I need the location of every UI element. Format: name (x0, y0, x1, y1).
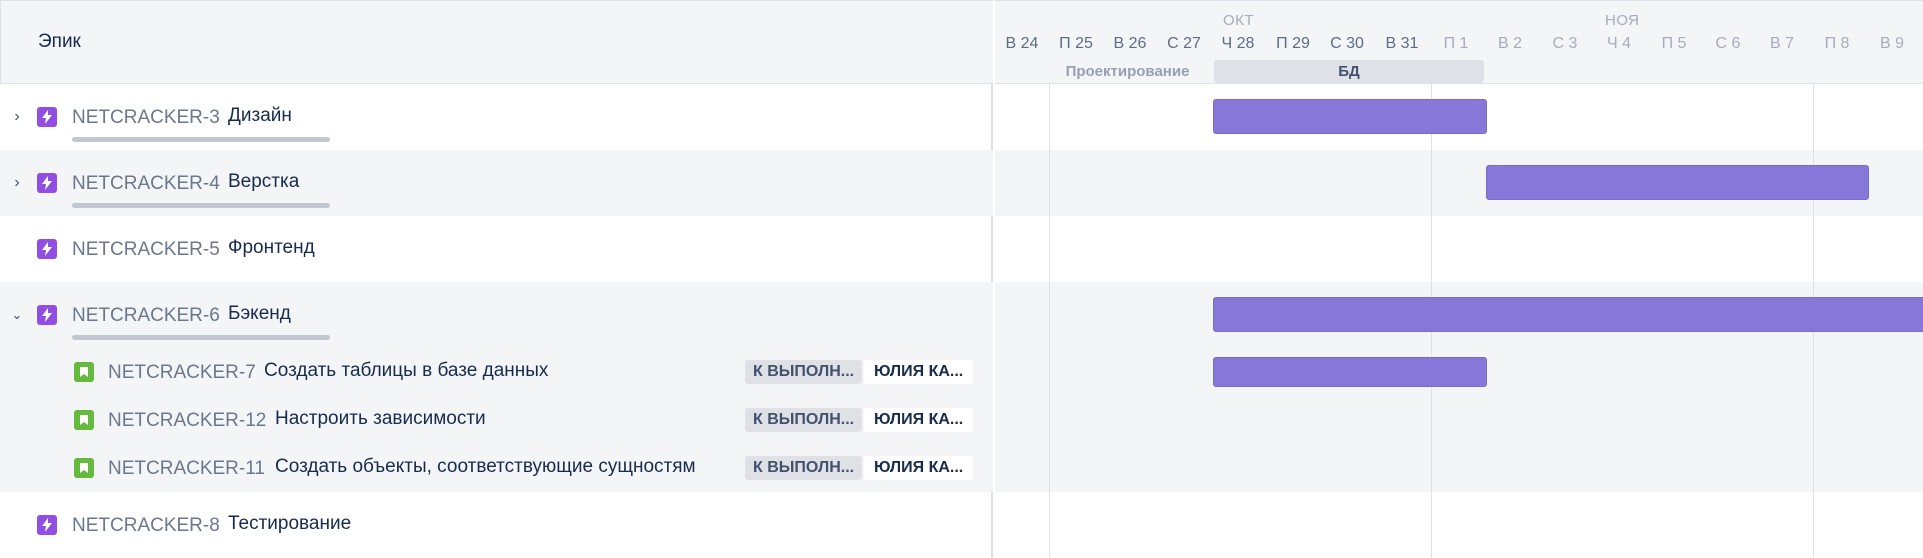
timeline-header: ОКТ НОЯ В 24 П 25 В 26 С 27 Ч 28 П 29 С … (995, 0, 1923, 84)
chevron-right-icon[interactable]: › (10, 109, 24, 125)
schedule-bar[interactable] (1213, 297, 1923, 332)
epic-icon (37, 107, 57, 127)
story-icon (74, 458, 94, 478)
progress-bar (72, 137, 330, 142)
issue-key[interactable]: NETCRACKER-6 (72, 305, 220, 327)
status-lozenge[interactable]: К ВЫПОЛН... (745, 360, 863, 384)
release-marker[interactable]: БД (1214, 60, 1484, 83)
epic-icon (37, 173, 57, 193)
chevron-down-icon[interactable]: ⌄ (10, 308, 24, 322)
progress-bar (72, 203, 330, 208)
day-label: Ч 28 (1221, 35, 1255, 52)
issue-key[interactable]: NETCRACKER-7 (108, 362, 256, 384)
day-label: П 29 (1276, 35, 1310, 52)
issue-summary[interactable]: Верстка (228, 171, 299, 193)
release-marker[interactable]: Проектирование (1050, 60, 1205, 83)
schedule-bar[interactable] (1213, 99, 1487, 134)
list-header: Эпик (0, 0, 993, 84)
epic-icon (37, 305, 57, 325)
issue-summary[interactable]: Создать таблицы в базе данных (264, 360, 548, 382)
day-label: П 8 (1824, 35, 1850, 52)
issue-summary[interactable]: Тестирование (228, 513, 351, 535)
issue-key[interactable]: NETCRACKER-11 (108, 458, 265, 480)
issue-key[interactable]: NETCRACKER-8 (72, 515, 220, 537)
status-lozenge[interactable]: К ВЫПОЛН... (745, 408, 863, 432)
epic-icon (37, 515, 57, 535)
month-label: НОЯ (1605, 12, 1640, 29)
day-label: В 24 (1005, 35, 1039, 52)
epic-icon (37, 239, 57, 259)
day-label: П 25 (1059, 35, 1093, 52)
issue-summary[interactable]: Создать объекты, соответствующие сущност… (275, 456, 696, 478)
progress-bar (72, 335, 330, 340)
epic-column-title: Эпик (38, 31, 81, 52)
day-label: В 7 (1769, 35, 1794, 52)
day-label: С 3 (1552, 35, 1578, 52)
schedule-bar[interactable] (1213, 357, 1487, 387)
timeline-panel: ОКТ НОЯ В 24 П 25 В 26 С 27 Ч 28 П 29 С … (995, 0, 1923, 558)
month-label: ОКТ (1223, 12, 1255, 29)
day-label: С 30 (1330, 35, 1364, 52)
day-label: П 5 (1661, 35, 1687, 52)
issue-key[interactable]: NETCRACKER-12 (108, 410, 266, 432)
story-icon (74, 410, 94, 430)
issue-key[interactable]: NETCRACKER-3 (72, 107, 220, 129)
day-label: В 2 (1497, 35, 1522, 52)
schedule-bar[interactable] (1486, 165, 1869, 200)
story-icon (74, 362, 94, 382)
today-line (1049, 84, 1050, 558)
issue-key[interactable]: NETCRACKER-4 (72, 173, 220, 195)
day-label: В 26 (1113, 35, 1147, 52)
day-label: С 27 (1167, 35, 1201, 52)
assignee-label[interactable]: ЮЛИЯ КА... (864, 456, 974, 480)
status-lozenge[interactable]: К ВЫПОЛН... (745, 456, 863, 480)
day-label: С 6 (1715, 35, 1741, 52)
chevron-right-icon[interactable]: › (10, 175, 24, 191)
day-label: В 9 (1879, 35, 1904, 52)
issue-summary[interactable]: Дизайн (228, 105, 292, 127)
issue-summary[interactable]: Бэкенд (228, 303, 291, 325)
assignee-label[interactable]: ЮЛИЯ КА... (864, 408, 974, 432)
day-label: Ч 4 (1606, 35, 1631, 52)
issue-key[interactable]: NETCRACKER-5 (72, 239, 220, 261)
epic-list-panel: Эпик › NETCRACKER-3 Дизайн › NETCRACKER-… (0, 0, 993, 558)
day-label: В 31 (1385, 35, 1419, 52)
issue-summary[interactable]: Настроить зависимости (275, 408, 486, 430)
assignee-label[interactable]: ЮЛИЯ КА... (864, 360, 974, 384)
day-label: П 1 (1443, 35, 1469, 52)
issue-summary[interactable]: Фронтенд (228, 237, 315, 259)
